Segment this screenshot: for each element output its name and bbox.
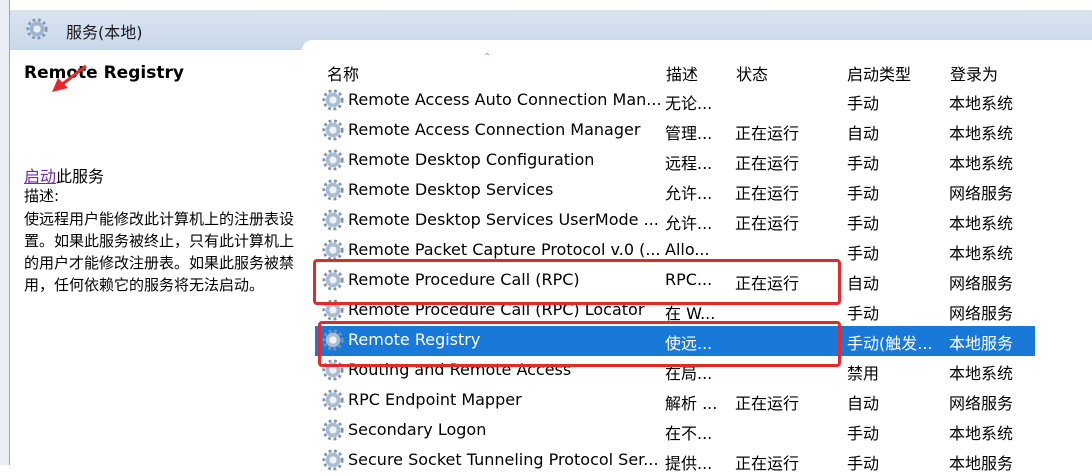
service-name: Remote Desktop Services [348, 180, 554, 199]
description-text: 使远程用户能修改此计算机上的注册表设置。如果此服务被终止，只有此计算机上的用户才… [24, 210, 295, 294]
service-start-type: 手动 [847, 214, 880, 233]
table-row[interactable]: Secure Socket Tunneling Protocol Ser... 提… [315, 446, 1035, 476]
service-gear-icon [322, 419, 344, 441]
service-description: 允许... [665, 214, 713, 233]
service-logon: 本地系统 [949, 154, 1014, 173]
service-logon: 本地系统 [949, 244, 1014, 263]
service-start-type: 手动 [847, 154, 880, 173]
service-start-type: 手动 [847, 184, 880, 203]
service-description: Allo... [665, 240, 710, 259]
service-gear-icon [322, 89, 344, 111]
start-service-action: 启动此服务 [24, 163, 104, 187]
service-start-type: 自动 [847, 124, 880, 143]
service-logon: 网络服务 [949, 184, 1014, 203]
service-description: 管理... [665, 124, 713, 143]
service-logon: 本地系统 [949, 364, 1014, 383]
service-start-type: 手动(触发... [847, 334, 933, 353]
service-logon: 本地系统 [949, 124, 1014, 143]
service-name: Remote Desktop Configuration [348, 150, 595, 169]
start-link[interactable]: 启动 [24, 167, 56, 186]
service-logon: 本地服务 [949, 334, 1014, 353]
service-logon: 本地系统 [949, 424, 1014, 443]
table-row[interactable]: Secondary Logon 在不... 手动 本地系统 [315, 416, 1035, 446]
service-start-type: 手动 [847, 454, 880, 473]
service-status: 正在运行 [735, 154, 800, 173]
window-left-edge [0, 0, 10, 465]
service-title: Remote Registry [24, 63, 184, 83]
column-header-logon[interactable]: 登录为 [950, 61, 998, 85]
service-logon: 网络服务 [949, 274, 1014, 293]
header-title: 服务(本地) [66, 23, 143, 42]
service-name: Remote Access Connection Manager [348, 120, 641, 139]
service-status: 正在运行 [735, 394, 800, 413]
service-gear-icon [322, 119, 344, 141]
service-start-type: 自动 [847, 274, 880, 293]
service-name: RPC Endpoint Mapper [348, 390, 522, 409]
service-description: 允许... [665, 184, 713, 203]
service-gear-icon [322, 149, 344, 171]
column-header-status[interactable]: 状态 [736, 61, 768, 85]
table-row[interactable]: Remote Desktop Services UserMode ... 允许..… [315, 206, 1035, 236]
highlight-box-rpc [313, 259, 841, 305]
service-logon: 网络服务 [949, 304, 1014, 323]
service-description: 无论... [665, 94, 713, 113]
service-logon: 网络服务 [949, 394, 1014, 413]
service-logon: 本地服务 [949, 454, 1014, 473]
table-row[interactable]: Remote Access Connection Manager 管理... 正在运… [315, 116, 1035, 146]
service-gear-icon [322, 209, 344, 231]
service-name: Secondary Logon [348, 420, 487, 439]
service-start-type: 禁用 [847, 364, 880, 383]
table-row[interactable]: Remote Access Auto Connection Man... 无论..… [315, 86, 1035, 116]
service-description: 提供... [665, 454, 713, 473]
service-status: 正在运行 [735, 454, 800, 473]
service-description: 在不... [665, 424, 713, 443]
service-status: 正在运行 [735, 214, 800, 233]
service-start-type: 手动 [847, 424, 880, 443]
service-status: 正在运行 [735, 184, 800, 203]
service-name: Remote Packet Capture Protocol v.0 (... [348, 240, 661, 259]
service-name: Remote Desktop Services UserMode ... [348, 210, 659, 229]
table-row[interactable]: RPC Endpoint Mapper 解析 ... 正在运行 自动 网络服务 [315, 386, 1035, 416]
highlight-box-remote-registry [318, 321, 841, 367]
service-gear-icon [322, 179, 344, 201]
column-header-name[interactable]: 名称 [327, 61, 359, 85]
service-description: 解析 ... [665, 394, 718, 413]
column-header-desc[interactable]: 描述 [666, 61, 698, 85]
service-name: Secure Socket Tunneling Protocol Ser... [348, 450, 659, 469]
service-description: 远程... [665, 154, 713, 173]
column-header-start-type[interactable]: 启动类型 [847, 61, 911, 85]
service-start-type: 手动 [847, 94, 880, 113]
table-row[interactable]: Remote Desktop Configuration 远程... 正在运行 手动 本… [315, 146, 1035, 176]
window-top-edge [0, 0, 1092, 5]
service-detail-pane: Remote Registry 启动此服务 描述: 使远程用户能修改此计算机上的… [10, 50, 300, 465]
service-status: 正在运行 [735, 124, 800, 143]
service-gear-icon [322, 239, 344, 261]
table-row[interactable]: Remote Desktop Services 允许... 正在运行 手动 网络服务 [315, 176, 1035, 206]
start-link-suffix: 此服务 [56, 167, 105, 186]
service-start-type: 手动 [847, 244, 880, 263]
service-logon: 本地系统 [949, 94, 1014, 113]
service-start-type: 自动 [847, 394, 880, 413]
annotation-arrow [52, 64, 87, 92]
service-gear-icon [322, 449, 344, 471]
service-logon: 本地系统 [949, 214, 1014, 233]
service-start-type: 手动 [847, 304, 880, 323]
service-gear-icon [322, 389, 344, 411]
sort-caret-icon[interactable]: ⌃ [483, 52, 491, 63]
description-label: 描述: [24, 187, 60, 205]
gear-icon [26, 18, 48, 40]
service-name: Remote Access Auto Connection Man... [348, 90, 662, 109]
